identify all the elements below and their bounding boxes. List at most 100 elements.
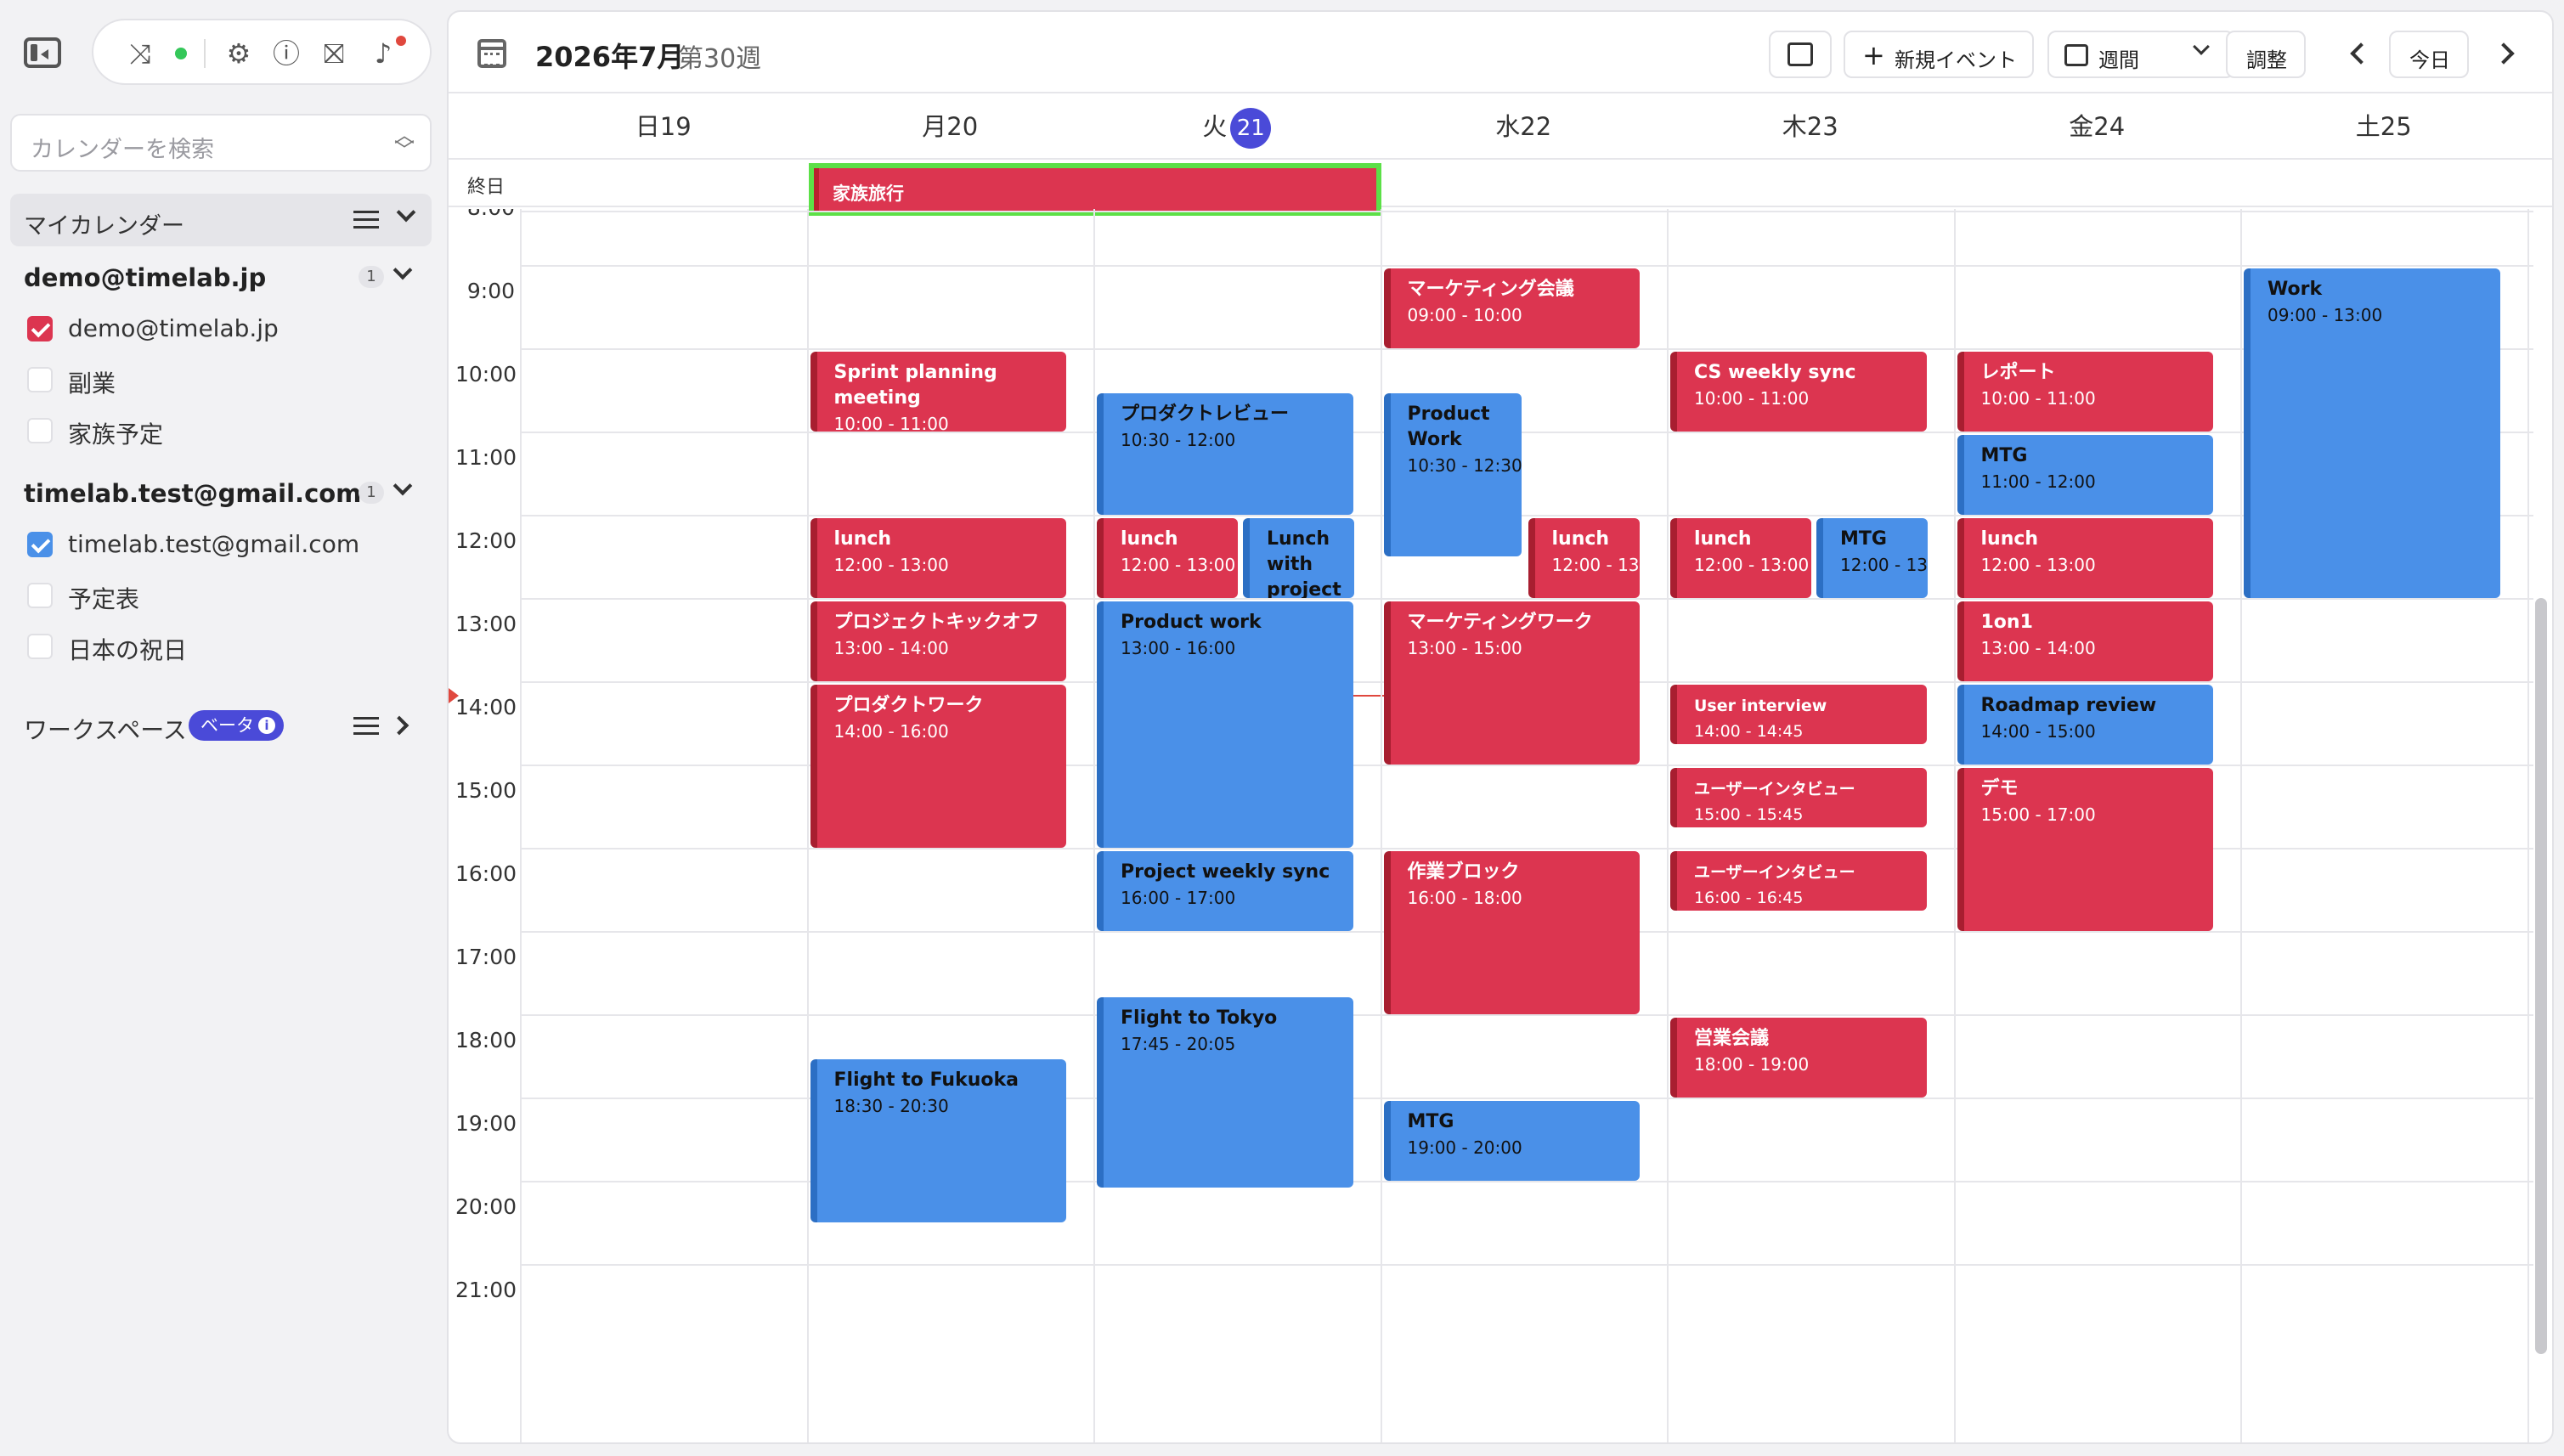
calendar-event[interactable]: Product Work 10:30 - 12:30 (1383, 393, 1522, 557)
calendar-event[interactable]: Sprint planning meeting 10:00 - 11:00 (810, 352, 1066, 432)
event-title: CS weekly sync (1694, 362, 1856, 384)
layout-toggle-button[interactable] (1769, 31, 1832, 78)
time-label: 10:00 (455, 362, 517, 387)
vertical-scrollbar[interactable] (2535, 598, 2547, 1354)
calendar-event[interactable]: Project weekly sync 16:00 - 17:00 (1097, 851, 1353, 932)
calendar-event[interactable]: Flight to Fukuoka 18:30 - 20:30 (810, 1059, 1066, 1223)
calendar-event[interactable]: lunch 12:00 - 13:00 (1670, 518, 1811, 599)
allday-event[interactable]: 家族旅行 (809, 163, 1381, 216)
calendar-event[interactable]: Lunch with project (1243, 518, 1354, 599)
event-title: 1on1 (1980, 612, 2033, 634)
calendar-event[interactable]: User interview 14:00 - 14:45 (1670, 685, 1927, 744)
day-header-20[interactable]: 月20 (807, 93, 1094, 160)
calendar-event[interactable]: 営業会議 18:00 - 19:00 (1670, 1018, 1927, 1098)
calendar-event[interactable]: ユーザーインタビュー 16:00 - 16:45 (1670, 851, 1927, 911)
calendar-label: 副業 (68, 370, 116, 398)
day-of-week: 日 (635, 112, 660, 141)
event-title: ユーザーインタビュー (1694, 863, 1855, 883)
chevron-down-icon (2193, 38, 2210, 55)
day-header-19[interactable]: 日19 (520, 93, 807, 160)
calendar-event[interactable]: Work 09:00 - 13:00 (2244, 268, 2500, 599)
view-select[interactable]: 週間 (2047, 31, 2234, 78)
event-time: 14:00 - 14:45 (1694, 722, 1804, 742)
day-header-22[interactable]: 水22 (1381, 93, 1668, 160)
calendar-event[interactable]: マーケティング会議 09:00 - 10:00 (1383, 268, 1640, 349)
event-title: マーケティングワーク (1407, 612, 1593, 634)
info-icon[interactable]: i (258, 717, 275, 734)
calendar-event[interactable]: lunch 12:00 - 13:00 (1528, 518, 1640, 599)
calendar-icon[interactable] (477, 39, 506, 68)
calendar-event[interactable]: レポート 10:00 - 11:00 (1957, 352, 2213, 432)
calendar-event[interactable]: Product work 13:00 - 16:00 (1097, 601, 1353, 849)
chevron-right-icon[interactable] (2493, 42, 2515, 65)
checkbox[interactable] (27, 532, 53, 557)
allday-event-fill: 家族旅行 (814, 168, 1376, 211)
allday-event-title: 家族旅行 (833, 183, 904, 204)
event-title: lunch (1551, 528, 1610, 550)
calendar-event[interactable]: プロジェクトキックオフ 13:00 - 14:00 (810, 601, 1066, 682)
day-header-25[interactable]: 土25 (2240, 93, 2527, 160)
new-event-button[interactable]: + 新規イベント (1844, 31, 2034, 78)
notification-dot (396, 36, 406, 46)
day-of-week: 土 (2355, 112, 2380, 141)
time-label: 13:00 (455, 612, 517, 637)
calendar-event[interactable]: MTG 12:00 - 13:00 (1816, 518, 1928, 599)
checkbox[interactable] (27, 316, 53, 341)
chevron-down-icon[interactable] (396, 202, 416, 223)
time-grid[interactable]: 8:00 9:00 10:00 11:00 12:00 13:00 14:00 15:00 16… (449, 209, 2552, 1442)
hour-line (520, 432, 2533, 434)
gear-icon[interactable]: ⚙ (223, 37, 255, 70)
event-time: 12:00 - 13:00 (1840, 555, 1928, 576)
event-time: 13:00 - 16:00 (1121, 638, 1236, 659)
time-label: 9:00 (466, 279, 515, 304)
calendar-event[interactable]: CS weekly sync 10:00 - 11:00 (1670, 352, 1927, 432)
event-time: 13:00 - 14:00 (1980, 638, 2096, 659)
sidebar-toggle-icon[interactable] (24, 37, 61, 68)
calendar-event[interactable]: MTG 11:00 - 12:00 (1957, 435, 2213, 516)
event-time: 16:00 - 16:45 (1694, 889, 1804, 908)
adjust-button[interactable]: 調整 (2226, 31, 2306, 78)
chevron-down-icon[interactable] (393, 260, 413, 280)
checkbox[interactable] (27, 418, 53, 443)
calendar-event[interactable]: lunch 12:00 - 13:00 (810, 518, 1066, 599)
event-title: lunch (833, 528, 892, 550)
calendar-search-input[interactable]: カレンダーを検索 ︿ ﹀ (10, 114, 432, 172)
event-time: 16:00 - 17:00 (1121, 888, 1236, 909)
calendar-main: 2026年7月 第30週 + 新規イベント 週間 調整 今日 日19 月20 火 21… (447, 10, 2554, 1444)
calendar-event[interactable]: マーケティングワーク 13:00 - 15:00 (1383, 601, 1640, 765)
calendar-event[interactable]: MTG 19:00 - 20:00 (1383, 1101, 1640, 1182)
calendar-event[interactable]: Roadmap review 14:00 - 15:00 (1957, 685, 2213, 765)
day-header-21[interactable]: 火 21 (1093, 93, 1381, 160)
calendar-event[interactable]: 作業ブロック 16:00 - 18:00 (1383, 851, 1640, 1015)
info-icon[interactable]: ⓘ (270, 37, 302, 70)
calendar-event[interactable]: プロダクトワーク 14:00 - 16:00 (810, 685, 1066, 849)
calendar-event[interactable]: デモ 15:00 - 17:00 (1957, 768, 2213, 932)
list-icon[interactable] (353, 211, 379, 229)
bell-icon[interactable]: ♪ (367, 37, 399, 70)
shuffle-icon[interactable]: ⤨ (124, 37, 156, 70)
my-calendars-header[interactable]: マイカレンダー (10, 194, 432, 246)
checkbox[interactable] (27, 583, 53, 608)
checkbox[interactable] (27, 634, 53, 659)
event-title: User interview (1694, 697, 1827, 716)
calendar-event[interactable]: lunch 12:00 - 13:00 (1097, 518, 1238, 599)
time-label: 12:00 (455, 528, 517, 554)
gift-icon[interactable]: ⛝ (318, 37, 350, 70)
event-title: Sprint planning meeting (833, 362, 997, 409)
checkbox[interactable] (27, 367, 53, 392)
day-header-23[interactable]: 木23 (1667, 93, 1954, 160)
calendar-event[interactable]: Flight to Tokyo 17:45 - 20:05 (1097, 996, 1353, 1188)
workspace-label[interactable]: ワークスペース (24, 712, 187, 746)
calendar-event[interactable]: 1on1 13:00 - 14:00 (1957, 601, 2213, 682)
chevron-down-icon[interactable] (393, 476, 413, 496)
list-icon[interactable] (353, 717, 379, 736)
calendar-event[interactable]: プロダクトレビュー 10:30 - 12:00 (1097, 393, 1353, 516)
calendar-event[interactable]: lunch 12:00 - 13:00 (1957, 518, 2213, 599)
day-header-24[interactable]: 金24 (1954, 93, 2241, 160)
event-title: Lunch with project (1267, 528, 1341, 599)
today-button[interactable]: 今日 (2389, 31, 2469, 78)
chevron-right-icon[interactable] (389, 715, 409, 736)
hour-line (520, 211, 2533, 212)
chevron-left-icon[interactable] (2350, 42, 2372, 65)
calendar-event[interactable]: ユーザーインタビュー 15:00 - 15:45 (1670, 768, 1927, 827)
